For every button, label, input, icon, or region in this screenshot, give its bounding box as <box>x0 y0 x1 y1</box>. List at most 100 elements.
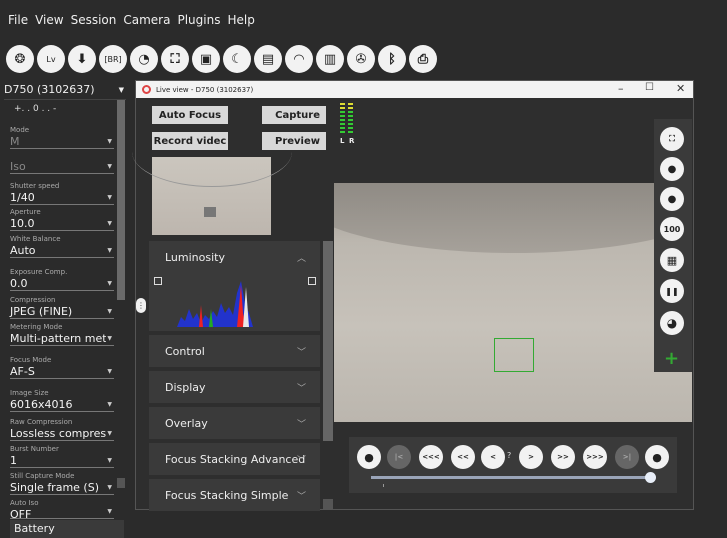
first-icon[interactable]: |< <box>387 445 411 469</box>
still-capture-mode-field[interactable]: Still Capture Mode Single frame (S) ▼ <box>10 472 114 495</box>
printer-icon[interactable]: ⎙ <box>409 45 437 73</box>
vu-right-label: R <box>349 137 355 145</box>
chevron-down-icon: ▼ <box>107 280 112 287</box>
chevron-down-icon: ▼ <box>107 508 112 515</box>
timer-icon[interactable]: ◕ <box>660 311 684 335</box>
auto-iso-field[interactable]: Auto Iso OFF ▼ <box>10 499 114 519</box>
fullscreen-icon[interactable]: ⛶ <box>161 45 189 73</box>
accordion-luminosity[interactable]: Luminosity ︿ <box>149 241 320 273</box>
back-icon[interactable]: << <box>451 445 475 469</box>
lock-left-icon[interactable]: ● <box>357 445 381 469</box>
live-view-image[interactable] <box>334 183 692 422</box>
exposure-scale: +. . 0 . . - <box>14 104 57 114</box>
menu-session[interactable]: Session <box>71 13 117 27</box>
focus-mode-field[interactable]: Focus Mode AF-S ▼ <box>10 356 114 379</box>
grid-icon[interactable]: ▦ <box>660 248 684 272</box>
step-back-icon[interactable]: < <box>481 445 505 469</box>
close-icon[interactable]: ✕ <box>676 82 685 95</box>
left-scrollbar-end[interactable] <box>117 478 125 488</box>
bluetooth-icon[interactable]: ᛒ <box>378 45 406 73</box>
zoom-out-icon[interactable]: ● <box>660 157 684 181</box>
pause-icon[interactable]: ❚❚ <box>660 279 684 303</box>
chevron-down-icon: ▼ <box>118 85 124 94</box>
focus-area-box[interactable] <box>494 338 534 372</box>
download-icon[interactable]: ⬇ <box>68 45 96 73</box>
chevron-down-icon: ▼ <box>107 457 112 464</box>
accordion-focus-stacking-simple[interactable]: Focus Stacking Simple ﹀ <box>149 479 320 511</box>
thumbnail-focus-marker <box>204 207 216 217</box>
chevron-down-icon: ﹀ <box>296 384 306 394</box>
timelapse-icon[interactable]: ◔ <box>130 45 158 73</box>
chevron-down-icon: ▼ <box>107 247 112 254</box>
maximize-icon[interactable]: ☐ <box>645 82 654 93</box>
vu-left-bar <box>340 103 345 135</box>
astro-icon[interactable]: ☾ <box>223 45 251 73</box>
fast-back-icon[interactable]: <<< <box>419 445 443 469</box>
chevron-down-icon: ﹀ <box>296 420 306 430</box>
zoom-in-icon[interactable]: ● <box>660 187 684 211</box>
menu-file[interactable]: File <box>8 13 28 27</box>
image-size-field[interactable]: Image Size 6016x4016 ▼ <box>10 389 114 412</box>
navigation-bar: ● |< <<< << < ? > >> >>> >| ● <box>349 437 677 493</box>
accordion-display[interactable]: Display ﹀ <box>149 371 320 403</box>
mode-field[interactable]: Mode M ▼ <box>10 126 114 149</box>
exposure-comp-field[interactable]: Exposure Comp. 0.0 ▼ <box>10 268 114 291</box>
camera-aperture-icon[interactable]: ❂ <box>6 45 34 73</box>
gallery-icon[interactable]: ▣ <box>192 45 220 73</box>
left-scrollbar[interactable] <box>117 100 125 300</box>
raw-compression-field[interactable]: Raw Compression Lossless compresse ▼ <box>10 418 114 441</box>
aperture-field[interactable]: Aperture 10.0 ▼ <box>10 208 114 231</box>
minimize-icon[interactable]: – <box>618 82 624 95</box>
chevron-down-icon: ▼ <box>107 163 112 170</box>
bracketing-icon[interactable]: [BR] <box>99 45 127 73</box>
chevron-down-icon: ▼ <box>107 335 112 342</box>
more-options-icon[interactable]: ⋮ <box>136 298 146 313</box>
photo-browser-icon[interactable]: ▤ <box>254 45 282 73</box>
view-tools-panel: ⛶ ● ● 100 ▦ ❚❚ ◕ + <box>654 119 692 372</box>
chevron-down-icon: ﹀ <box>296 456 306 466</box>
accordion-scrollbar[interactable] <box>323 241 333 441</box>
live-view-icon[interactable]: Lv <box>37 45 65 73</box>
chevron-down-icon: ﹀ <box>296 348 306 358</box>
accordion-overlay[interactable]: Overlay ﹀ <box>149 407 320 439</box>
iso-field[interactable]: Iso ▼ <box>10 160 114 174</box>
accordion-scrollbar-end[interactable] <box>323 499 333 509</box>
last-icon[interactable]: >| <box>615 445 639 469</box>
add-icon[interactable]: + <box>664 348 679 369</box>
lock-right-icon[interactable]: ● <box>645 445 669 469</box>
accordion-control[interactable]: Control ﹀ <box>149 335 320 367</box>
shutter-speed-field[interactable]: Shutter speed 1/40 ▼ <box>10 182 114 205</box>
white-balance-field[interactable]: White Balance Auto ▼ <box>10 235 114 258</box>
menu-view[interactable]: View <box>35 13 63 27</box>
step-forward-icon[interactable]: > <box>519 445 543 469</box>
fullscreen-icon[interactable]: ⛶ <box>660 127 684 151</box>
chevron-down-icon: ▼ <box>107 368 112 375</box>
position-slider-handle[interactable] <box>645 472 656 483</box>
vu-left-label: L <box>340 137 345 145</box>
compression-field[interactable]: Compression JPEG (FINE) ▼ <box>10 296 114 319</box>
menu-camera[interactable]: Camera <box>123 13 170 27</box>
chevron-down-icon: ▼ <box>107 430 112 437</box>
menu-help[interactable]: Help <box>227 13 254 27</box>
capture-button[interactable]: Capture <box>262 106 326 124</box>
audio-level-meter: L R <box>338 103 360 145</box>
position-slider[interactable] <box>371 476 653 479</box>
forward-icon[interactable]: >> <box>551 445 575 469</box>
chevron-up-icon: ︿ <box>296 254 306 264</box>
menu-plugins[interactable]: Plugins <box>177 13 220 27</box>
accordion-focus-stacking-advanced[interactable]: Focus Stacking Advanced ﹀ <box>149 443 320 475</box>
histogram <box>177 281 253 327</box>
wifi-icon[interactable]: ◠ <box>285 45 313 73</box>
chevron-down-icon: ▼ <box>107 220 112 227</box>
metering-mode-field[interactable]: Metering Mode Multi-pattern meter ▼ <box>10 323 114 346</box>
chevron-down-icon: ▼ <box>107 401 112 408</box>
camera-select[interactable]: D750 (3102637) ▼ <box>4 80 126 100</box>
film-strip-icon[interactable]: ▥ <box>316 45 344 73</box>
thumbnail-preview[interactable] <box>132 157 292 235</box>
battery-label: Battery <box>10 520 124 538</box>
chevron-down-icon: ▼ <box>107 138 112 145</box>
burst-number-field[interactable]: Burst Number 1 ▼ <box>10 445 114 468</box>
reel-icon[interactable]: ✇ <box>347 45 375 73</box>
fast-forward-icon[interactable]: >>> <box>583 445 607 469</box>
zoom-100-icon[interactable]: 100 <box>660 217 684 241</box>
